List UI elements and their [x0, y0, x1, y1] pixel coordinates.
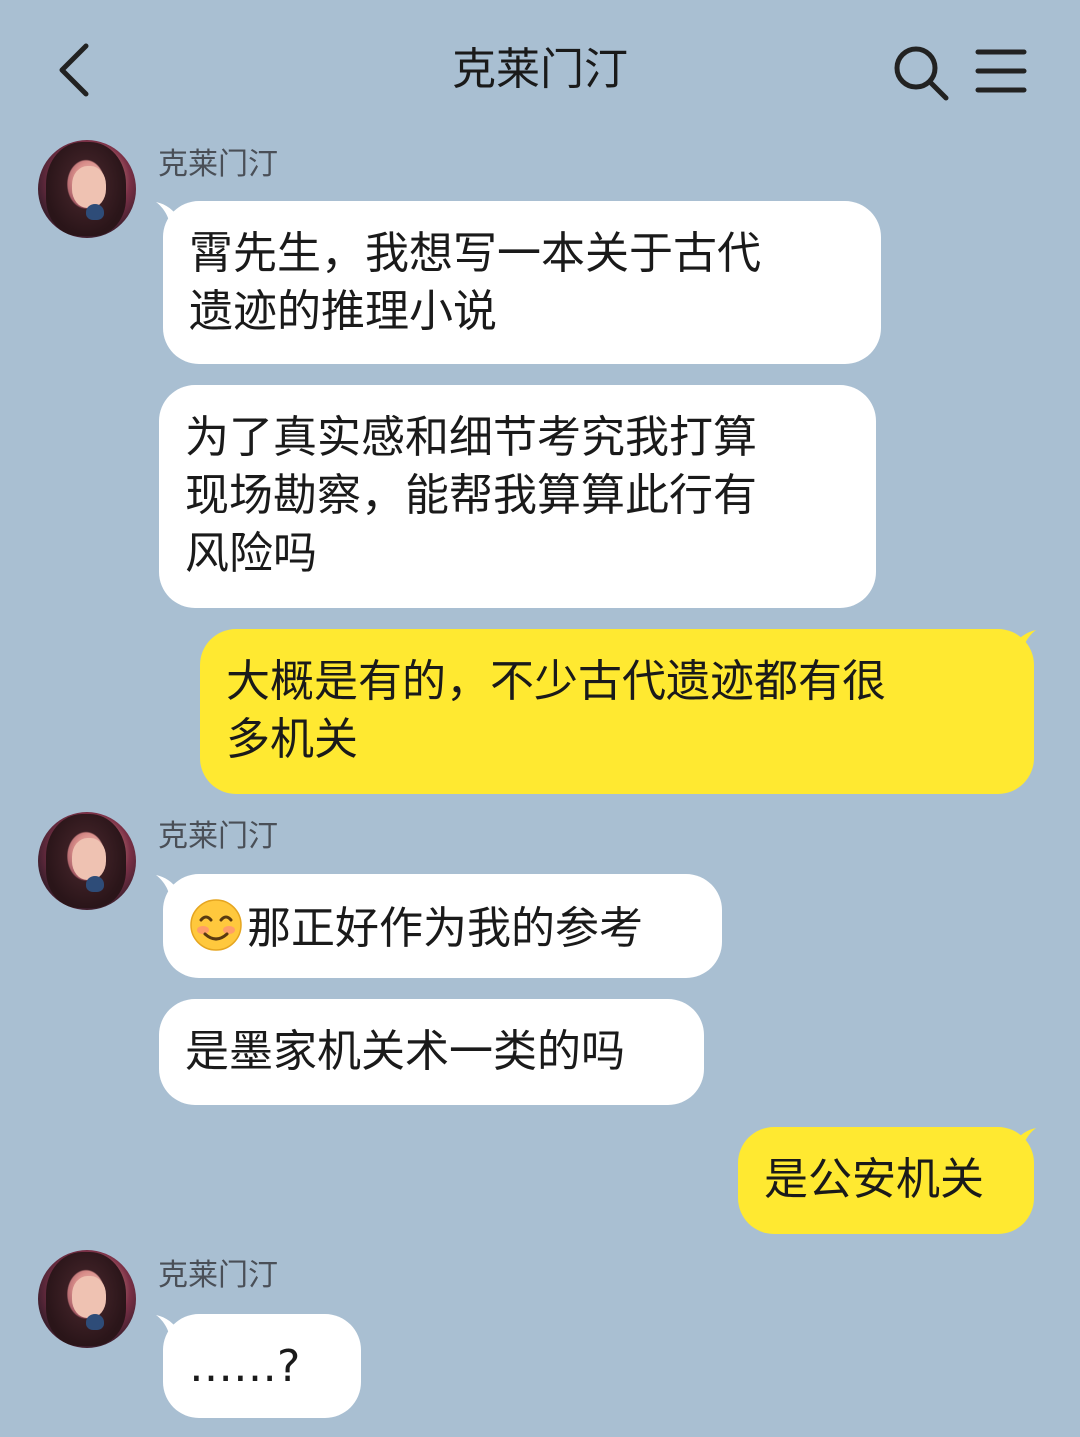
avatar[interactable] — [38, 812, 136, 910]
message-text: 那正好作为我的参考 — [247, 903, 643, 954]
menu-button[interactable] — [970, 44, 1032, 98]
sender-name: 克莱门汀 — [158, 1258, 278, 1293]
sender-name: 克莱门汀 — [158, 819, 278, 854]
search-button[interactable] — [890, 42, 952, 104]
message-line: 是墨家机关术一类的吗 — [185, 1026, 625, 1077]
avatar[interactable] — [38, 1250, 136, 1348]
sender-name: 克莱门汀 — [158, 147, 278, 182]
search-icon — [894, 46, 949, 101]
message-line: 现场勘察，能帮我算算此行有 — [185, 470, 757, 521]
message-bubble[interactable]: 那正好作为我的参考 — [163, 874, 722, 978]
message-line: 为了真实感和细节考究我打算 — [185, 412, 757, 463]
avatar[interactable] — [38, 140, 136, 238]
menu-icon — [975, 49, 1027, 93]
smiling-face-emoji — [190, 899, 242, 951]
message-bubble[interactable]: 为了真实感和细节考究我打算 现场勘察，能帮我算算此行有 风险吗 — [159, 385, 876, 608]
chat-header: 克莱门汀 — [0, 0, 1080, 140]
message-line: 大概是有的，不少古代遗迹都有很 — [226, 656, 886, 707]
message-bubble[interactable]: 大概是有的，不少古代遗迹都有很 多机关 — [200, 629, 1034, 794]
message-line: 霄先生，我想写一本关于古代 — [189, 228, 761, 279]
message-line: 遗迹的推理小说 — [189, 286, 497, 337]
message-line: ……? — [189, 1341, 301, 1392]
message-line: 风险吗 — [185, 528, 317, 579]
message-bubble[interactable]: 是墨家机关术一类的吗 — [159, 999, 704, 1105]
message-line: 是公安机关 — [764, 1154, 984, 1205]
message-bubble[interactable]: 霄先生，我想写一本关于古代 遗迹的推理小说 — [163, 201, 881, 364]
message-line: 多机关 — [226, 714, 358, 765]
message-bubble[interactable]: 是公安机关 — [738, 1127, 1034, 1234]
message-bubble[interactable]: ……? — [163, 1314, 361, 1418]
